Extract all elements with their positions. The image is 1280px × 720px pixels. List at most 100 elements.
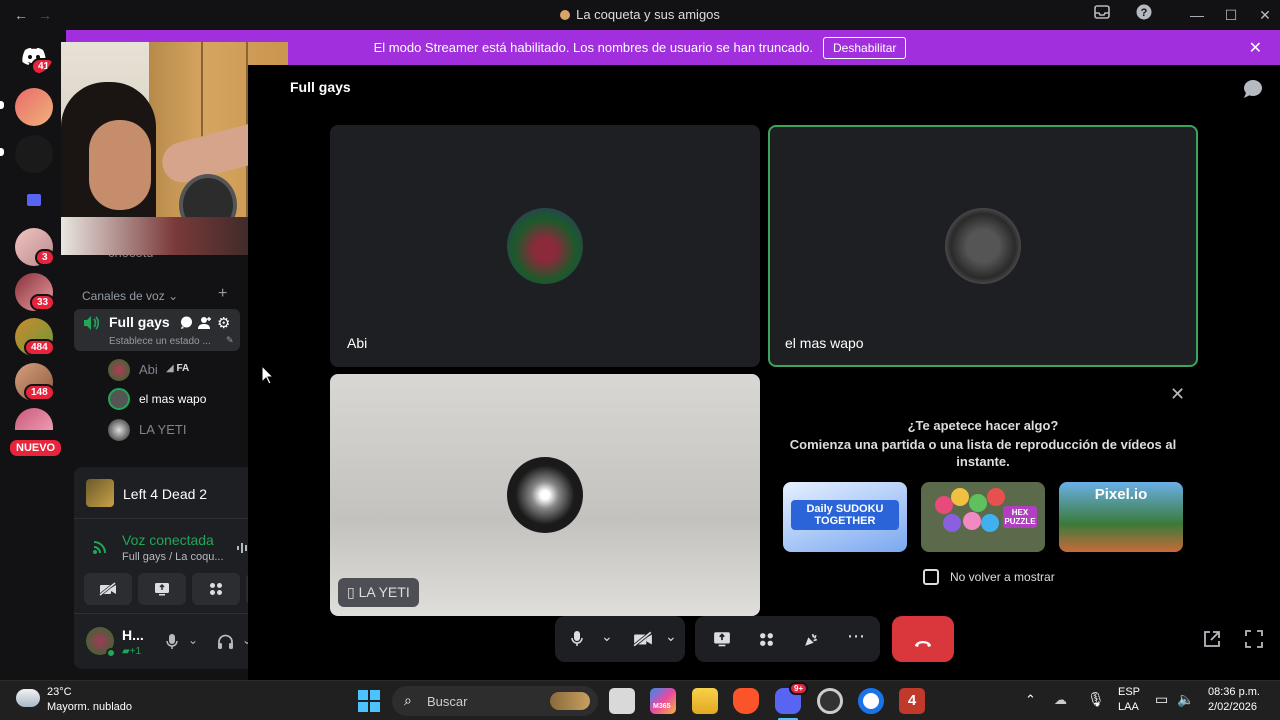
dont-show-again-label[interactable]: No volver a mostrar — [950, 570, 1055, 584]
steam-icon[interactable] — [858, 688, 884, 714]
svg-text:?: ? — [1141, 7, 1148, 19]
camera-off-icon — [84, 573, 132, 605]
participant-name: Abi — [338, 329, 377, 357]
activity-card-subtitle: Comienza una partida o una lista de repr… — [789, 437, 1177, 469]
windows-start-icon[interactable] — [358, 690, 380, 717]
video-tile[interactable]: ▯ LA YETI — [330, 374, 760, 616]
share-screen-button[interactable] — [138, 573, 186, 605]
home-button[interactable]: 41 — [15, 36, 53, 74]
network-icon[interactable]: ▭ — [1155, 691, 1168, 708]
input-language-2[interactable]: LAA — [1118, 701, 1139, 713]
leave-call-button[interactable] — [892, 616, 954, 662]
weather-cloud-icon — [16, 689, 40, 707]
user-activity: ▰+1 — [122, 646, 142, 657]
banner-text: El modo Streamer está habilitado. Los no… — [373, 40, 813, 55]
voice-channel-row[interactable]: Full gays Establece un estado ... ✎ ⚙ — [74, 309, 240, 351]
close-window-icon[interactable]: ✕ — [1254, 4, 1276, 26]
maximize-icon[interactable]: ☐ — [1220, 4, 1242, 26]
discord-badge: 9+ — [789, 682, 809, 695]
chevron-down-icon[interactable]: ⌄ — [601, 628, 613, 645]
video-tile[interactable]: Abi — [330, 125, 760, 367]
onedrive-icon[interactable]: ☁ — [1054, 692, 1067, 708]
voice-connected-detail[interactable]: Full gays / La coqu... — [122, 551, 224, 563]
mouse-cursor-icon — [261, 364, 275, 390]
close-banner-icon[interactable]: ✕ — [1249, 38, 1262, 58]
volume-icon[interactable]: 🔈 — [1177, 691, 1194, 708]
chevron-down-icon[interactable]: ⌄ — [665, 628, 677, 645]
clock-date[interactable]: 2/02/2026 — [1208, 701, 1257, 713]
search-highlight-image — [550, 692, 590, 710]
chevron-down-icon[interactable]: ⌄ — [188, 633, 198, 647]
microphone-tray-icon[interactable]: 🎙 — [1087, 691, 1105, 708]
minimize-icon[interactable]: — — [1186, 4, 1208, 26]
pop-out-icon[interactable] — [1202, 629, 1222, 654]
voice-channel-name: Full gays — [109, 314, 170, 330]
microphone-icon[interactable] — [571, 630, 583, 652]
dont-show-again-checkbox[interactable] — [923, 569, 939, 585]
left4dead-taskbar-icon[interactable]: 4 — [899, 688, 925, 714]
mobile-phone-icon: ▯ — [347, 584, 355, 600]
activities-icon[interactable] — [759, 632, 774, 652]
avatar — [108, 359, 130, 381]
search-placeholder: Buscar — [427, 694, 468, 709]
voice-member[interactable]: LA YETI — [108, 417, 240, 441]
voice-channel-status[interactable]: Establece un estado ... — [109, 336, 211, 347]
fullscreen-icon[interactable] — [1244, 629, 1264, 654]
weather-desc[interactable]: Mayorm. nublado — [47, 701, 132, 713]
chat-bubble-icon[interactable] — [1243, 79, 1263, 104]
disable-streamer-button[interactable]: Deshabilitar — [823, 36, 907, 59]
more-options-icon[interactable]: ⋯ — [847, 626, 865, 647]
chevron-up-icon[interactable]: ⌃ — [1025, 692, 1036, 708]
soundboard-icon[interactable] — [803, 631, 820, 653]
unread-pip — [0, 148, 4, 156]
task-view-icon[interactable] — [609, 688, 635, 714]
brave-browser-icon[interactable] — [733, 688, 759, 714]
activity-suggestion-card: ✕ ¿Te apetece hacer algo? Comienza una p… — [768, 374, 1198, 616]
user-name[interactable]: H... — [122, 627, 144, 643]
weather-temp[interactable]: 23°C — [47, 686, 72, 698]
chat-icon[interactable] — [180, 316, 193, 334]
discord-taskbar-icon[interactable]: 9+ — [775, 682, 809, 714]
game-card-pixel-io[interactable]: Pixel.io — [1059, 482, 1183, 552]
camera-off-icon[interactable] — [633, 631, 653, 652]
camera-off-button[interactable] — [84, 573, 132, 605]
help-icon[interactable]: ? — [1133, 4, 1155, 26]
server-icon — [560, 10, 571, 20]
edit-pencil-icon[interactable]: ✎ — [226, 335, 234, 346]
activity-game-name: Left 4 Dead 2 — [123, 486, 208, 502]
inbox-icon[interactable] — [1091, 4, 1113, 26]
headphones-icon[interactable] — [217, 634, 234, 655]
game-card-sudoku[interactable]: Daily SUDOKU TOGETHER — [783, 482, 907, 552]
activities-button[interactable] — [192, 573, 240, 605]
game-controller-icon: ▰ — [122, 646, 130, 657]
server-icon-7[interactable] — [15, 408, 53, 430]
voice-section-header[interactable]: Canales de voz ⌄ — [82, 289, 178, 303]
game-icon — [86, 479, 114, 507]
clock-time[interactable]: 08:36 p.m. — [1208, 686, 1260, 698]
invite-icon[interactable] — [198, 316, 212, 334]
participant-name: el mas wapo — [776, 329, 873, 357]
voice-member[interactable]: Abi ◢ FA — [108, 357, 240, 381]
m365-icon[interactable]: M365 — [650, 688, 676, 714]
game-card-hex-puzzle[interactable]: HEX PUZZLE — [921, 482, 1045, 552]
avatar — [945, 208, 1021, 284]
obs-icon[interactable] — [817, 688, 843, 714]
avatar — [108, 388, 130, 410]
voice-connected-status[interactable]: Voz conectada — [122, 532, 214, 548]
screen-share-icon[interactable] — [713, 631, 731, 652]
add-channel-icon[interactable]: + — [218, 285, 227, 303]
new-badge: NUEVO — [8, 438, 64, 458]
channel-title: Full gays — [290, 79, 351, 95]
server-badge-3: 484 — [24, 339, 55, 356]
server-icon-2[interactable] — [15, 135, 53, 173]
file-explorer-icon[interactable] — [692, 688, 718, 714]
microphone-icon[interactable] — [166, 633, 178, 655]
taskbar-search[interactable]: ⌕ Buscar — [392, 686, 598, 716]
input-language-1[interactable]: ESP — [1118, 686, 1140, 698]
video-tile-speaking[interactable]: el mas wapo — [768, 125, 1198, 367]
close-activity-card-icon[interactable]: ✕ — [1170, 384, 1185, 405]
server-icon-1[interactable] — [15, 88, 53, 126]
voice-member[interactable]: el mas wapo — [108, 387, 240, 411]
folder-icon[interactable] — [15, 182, 53, 220]
settings-gear-icon[interactable]: ⚙ — [217, 314, 230, 332]
